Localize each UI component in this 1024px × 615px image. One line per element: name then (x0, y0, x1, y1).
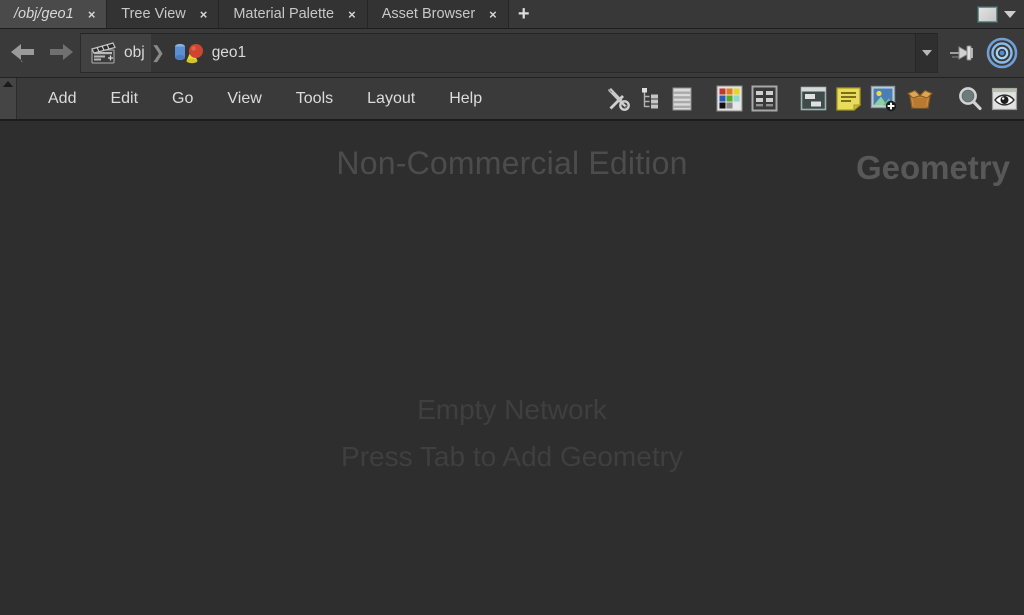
tab-label: /obj/geo1 (14, 6, 74, 22)
sticky-note-icon[interactable] (835, 86, 862, 112)
breadcrumb-label: obj (124, 44, 145, 61)
pin-icon[interactable] (948, 38, 980, 68)
empty-network-title: Empty Network (417, 394, 607, 425)
tab-close-icon[interactable]: × (200, 8, 208, 21)
toolbar-group-palettes (716, 85, 778, 112)
network-editor-menu-bar: Add Edit Go View Tools Layout Help (0, 78, 1024, 121)
tree-hierarchy-icon[interactable] (640, 86, 662, 111)
menu-go[interactable]: Go (155, 86, 210, 112)
tab-material-palette[interactable]: Material Palette × (219, 0, 368, 28)
menu-view[interactable]: View (210, 86, 278, 112)
toolbar-group-tools (605, 85, 694, 112)
watermark-context-geometry: Geometry (855, 149, 1010, 186)
tab-asset-browser[interactable]: Asset Browser × (367, 0, 509, 28)
toolbar-group-panes (800, 85, 934, 112)
pane-menu-chevron-down-icon[interactable] (1004, 10, 1016, 18)
tools-wrench-screwdriver-icon[interactable] (605, 85, 632, 112)
menu-layout[interactable]: Layout (350, 86, 432, 112)
forward-arrow-icon[interactable] (44, 38, 76, 68)
tab-label: Tree View (121, 6, 186, 22)
chevron-down-icon (921, 50, 932, 56)
empty-network-hint: Press Tab to Add Geometry (341, 441, 683, 472)
tab-bar-controls (977, 0, 1024, 28)
tab-bar-spacer (538, 0, 978, 28)
pane-layout-icon[interactable] (977, 5, 998, 23)
geometry-primitives-icon (174, 43, 203, 64)
path-bar-tools (942, 37, 1018, 69)
spreadsheet-list-icon[interactable] (670, 86, 694, 112)
breadcrumb-label: geo1 (211, 44, 247, 61)
back-arrow-icon[interactable] (8, 38, 40, 68)
tab-label: Material Palette (233, 6, 335, 22)
clapperboard-icon (91, 42, 116, 64)
pane-tab-bar: /obj/geo1 × Tree View × Material Palette… (0, 0, 1024, 29)
panel-window-icon[interactable] (800, 86, 827, 111)
add-image-icon[interactable] (870, 85, 898, 112)
color-palette-grid-icon[interactable] (716, 85, 743, 112)
empty-network-message: Empty Network Press Tab to Add Geometry (0, 386, 1024, 480)
tab-close-icon[interactable]: × (489, 8, 497, 21)
search-magnifier-icon[interactable] (956, 85, 983, 112)
layout-grid-icon[interactable] (751, 85, 778, 112)
breadcrumb-obj[interactable]: obj (81, 34, 151, 72)
tab-close-icon[interactable]: × (348, 8, 356, 21)
path-bar: obj ❯ geo1 (0, 29, 1024, 78)
visibility-eye-icon[interactable] (991, 87, 1018, 111)
asset-box-icon[interactable] (906, 87, 934, 111)
breadcrumb-geo1[interactable]: geo1 (163, 34, 252, 72)
tab-obj-geo1[interactable]: /obj/geo1 × (0, 0, 108, 28)
menu-tools[interactable]: Tools (279, 86, 350, 112)
toolbar-group-view (956, 85, 1018, 112)
menu-help[interactable]: Help (432, 86, 499, 112)
menu-add[interactable]: Add (31, 86, 93, 112)
menu-edit[interactable]: Edit (93, 86, 155, 112)
network-editor-canvas[interactable]: Non-Commercial Edition Geometry Empty Ne… (0, 121, 1024, 613)
triangle-up-icon (3, 81, 13, 87)
menu-items: Add Edit Go View Tools Layout Help (17, 86, 499, 112)
tab-close-icon[interactable]: × (88, 8, 96, 21)
path-history-dropdown-button[interactable] (915, 34, 937, 72)
network-toolbar (605, 85, 1024, 112)
target-rings-icon[interactable] (986, 37, 1018, 69)
tab-label: Asset Browser (381, 6, 476, 22)
tab-tree-view[interactable]: Tree View × (107, 0, 220, 28)
node-path-field[interactable]: obj ❯ geo1 (80, 33, 938, 73)
new-tab-button[interactable]: + (508, 0, 539, 28)
pane-collapse-button[interactable] (0, 78, 17, 119)
breadcrumb-separator: ❯ (150, 43, 165, 62)
